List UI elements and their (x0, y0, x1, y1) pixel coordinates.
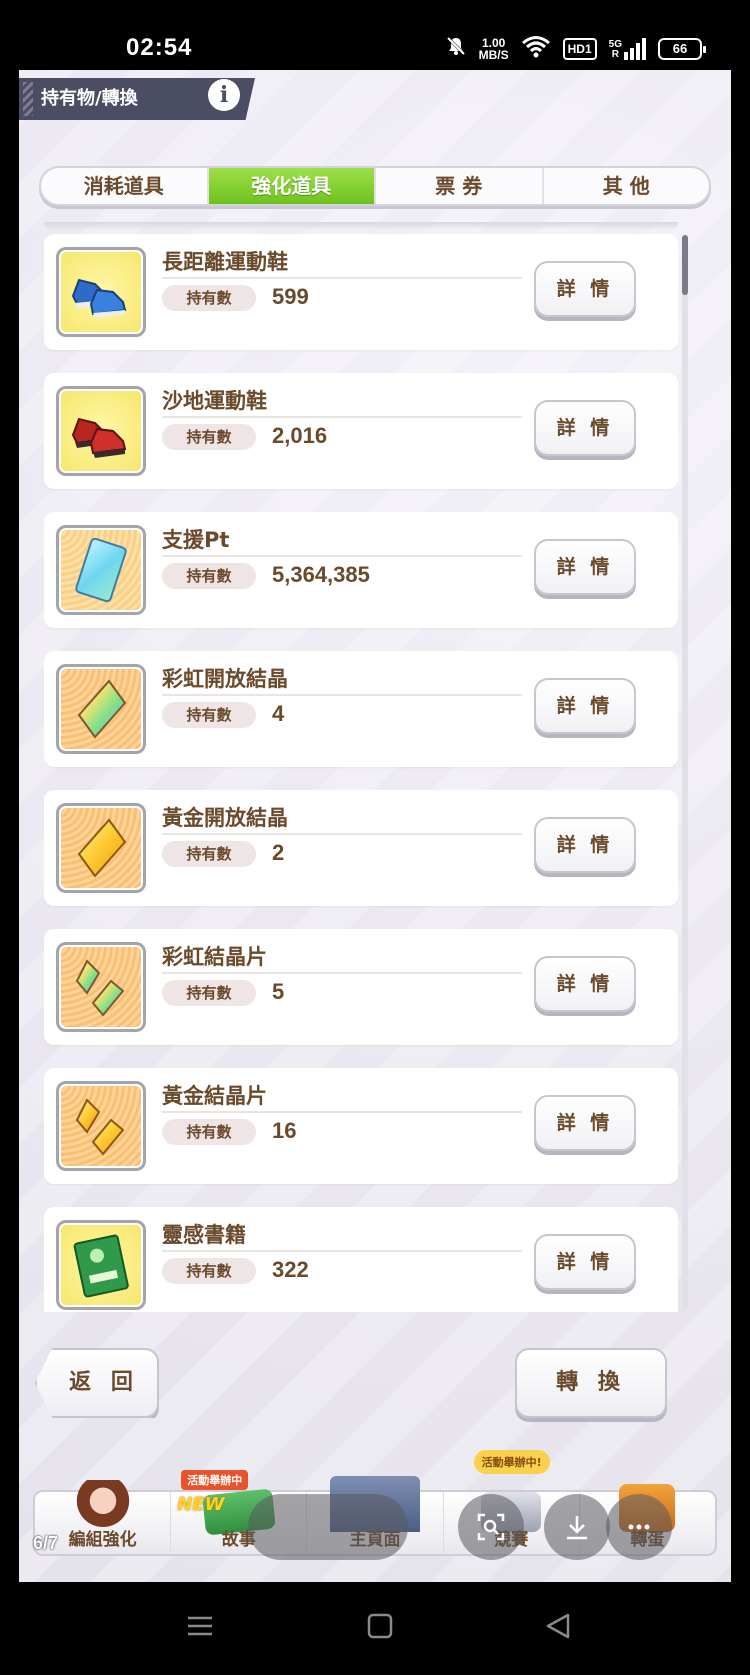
detail-button[interactable]: 詳 情 (534, 817, 636, 873)
download-icon[interactable] (544, 1494, 610, 1560)
signal-icon: 5G R (608, 37, 646, 60)
qty-label: 持有數 (162, 1258, 256, 1284)
item-quantity: 2,016 (272, 423, 328, 448)
divider (162, 277, 522, 279)
detail-button[interactable]: 詳 情 (534, 400, 636, 456)
qty-label: 持有數 (162, 841, 256, 867)
event-badge: 活動舉辦中 (181, 1470, 249, 1490)
item-name: 靈感書籍 (162, 1223, 246, 1247)
item-name: 黃金開放結晶 (162, 806, 288, 830)
list-item: 彩虹結晶片 持有數 5 詳 情 (44, 929, 678, 1045)
qty-label: 持有數 (162, 563, 256, 589)
qty-label: 持有數 (162, 424, 256, 450)
item-name: 長距離運動鞋 (162, 250, 288, 274)
item-list[interactable]: 長距離運動鞋 持有數 599 詳 情 沙地運動鞋 持有數 2,016 詳 情 支… (44, 222, 678, 1312)
gold-shards-icon (56, 1081, 146, 1171)
list-item: 靈感書籍 持有數 322 詳 情 (44, 1207, 678, 1312)
qty-label: 持有數 (162, 702, 256, 728)
divider (162, 694, 522, 696)
divider (162, 833, 522, 835)
divider (162, 555, 522, 557)
item-name: 支援Pt (162, 528, 230, 552)
back-icon[interactable] (544, 1612, 572, 1648)
divider (162, 972, 522, 974)
status-time: 02:54 (126, 34, 193, 61)
divider (162, 416, 522, 418)
system-nav-bar (0, 1582, 750, 1675)
convert-button[interactable]: 轉 換 (515, 1348, 667, 1418)
qty-label: 持有數 (162, 285, 256, 311)
signal-label: 5G (608, 38, 622, 50)
tab-consumables[interactable]: 消耗道具 (41, 168, 209, 204)
game-screen: 持有物/轉換 i 消耗道具 強化道具 票 券 其 他 長距離運動鞋 持有數 59… (19, 70, 731, 1582)
gold-crystal-icon (56, 803, 146, 893)
list-top-edge (44, 222, 678, 230)
new-badge: NEW (177, 1494, 225, 1515)
list-item: 黃金結晶片 持有數 16 詳 情 (44, 1068, 678, 1184)
back-button[interactable]: 返 回 (35, 1348, 159, 1418)
mute-icon (445, 35, 467, 62)
item-quantity: 16 (272, 1118, 297, 1143)
network-speed: 1.00 MB/S (479, 37, 509, 61)
item-name: 彩虹開放結晶 (162, 667, 288, 691)
network-speed-value: 1.00 (481, 35, 506, 50)
qty-label: 持有數 (162, 980, 256, 1006)
qty-label: 持有數 (162, 1119, 256, 1145)
item-name: 彩虹結晶片 (162, 945, 267, 969)
info-icon[interactable]: i (208, 79, 240, 111)
signal-sub-label: R (611, 48, 619, 60)
tab-enhancement[interactable]: 強化道具 (208, 168, 376, 204)
item-quantity: 2 (272, 840, 285, 865)
page-title-text: 持有物/轉換 (41, 88, 138, 109)
status-icons: 1.00 MB/S HD1 5G R 66 (445, 34, 706, 63)
toolbar-pill[interactable] (248, 1494, 408, 1560)
tab-tickets[interactable]: 票 券 (376, 168, 544, 204)
red-shoes-icon (56, 386, 146, 476)
list-item: 支援Pt 持有數 5,364,385 詳 情 (44, 512, 678, 628)
wifi-icon (521, 34, 551, 63)
event-badge: 活動舉辦中! (473, 1450, 550, 1474)
item-name: 黃金結晶片 (162, 1084, 267, 1108)
detail-button[interactable]: 詳 情 (534, 1234, 636, 1290)
item-quantity: 322 (272, 1257, 309, 1282)
divider (162, 1250, 522, 1252)
status-bar: 02:54 1.00 MB/S HD1 5G R 66 (0, 0, 750, 70)
detail-button[interactable]: 詳 情 (534, 539, 636, 595)
item-quantity: 5 (272, 979, 285, 1004)
hd-icon: HD1 (562, 37, 597, 60)
detail-button[interactable]: 詳 情 (534, 956, 636, 1012)
rainbow-crystal-icon (56, 664, 146, 754)
list-item: 黃金開放結晶 持有數 2 詳 情 (44, 790, 678, 906)
scrollbar-thumb[interactable] (682, 235, 688, 295)
signal-labels: 5G R (608, 38, 622, 60)
support-card-icon (56, 525, 146, 615)
inspiration-book-icon (56, 1220, 146, 1310)
item-quantity: 599 (272, 284, 309, 309)
more-icon[interactable] (606, 1494, 672, 1560)
scrollbar[interactable] (682, 235, 688, 1310)
list-item: 彩虹開放結晶 持有數 4 詳 情 (44, 651, 678, 767)
detail-button[interactable]: 詳 情 (534, 261, 636, 317)
scan-icon[interactable] (458, 1494, 524, 1560)
menu-icon[interactable] (186, 1612, 214, 1648)
tab-others[interactable]: 其 他 (544, 168, 710, 204)
page-indicator: 6/7 (33, 1533, 59, 1553)
category-tabs: 消耗道具 強化道具 票 券 其 他 (39, 166, 711, 206)
divider (162, 1111, 522, 1113)
signal-bars (624, 37, 646, 60)
list-item: 長距離運動鞋 持有數 599 詳 情 (44, 234, 678, 350)
list-item: 沙地運動鞋 持有數 2,016 詳 情 (44, 373, 678, 489)
battery-icon: 66 (658, 37, 706, 60)
blue-shoes-icon (56, 247, 146, 337)
rainbow-shards-icon (56, 942, 146, 1032)
item-quantity: 5,364,385 (272, 562, 370, 587)
detail-button[interactable]: 詳 情 (534, 1095, 636, 1151)
network-speed-unit: MB/S (478, 47, 509, 62)
home-icon[interactable] (366, 1612, 394, 1648)
item-quantity: 4 (272, 701, 285, 726)
detail-button[interactable]: 詳 情 (534, 678, 636, 734)
screenshot-toolbar (248, 1494, 672, 1560)
item-name: 沙地運動鞋 (162, 389, 267, 413)
